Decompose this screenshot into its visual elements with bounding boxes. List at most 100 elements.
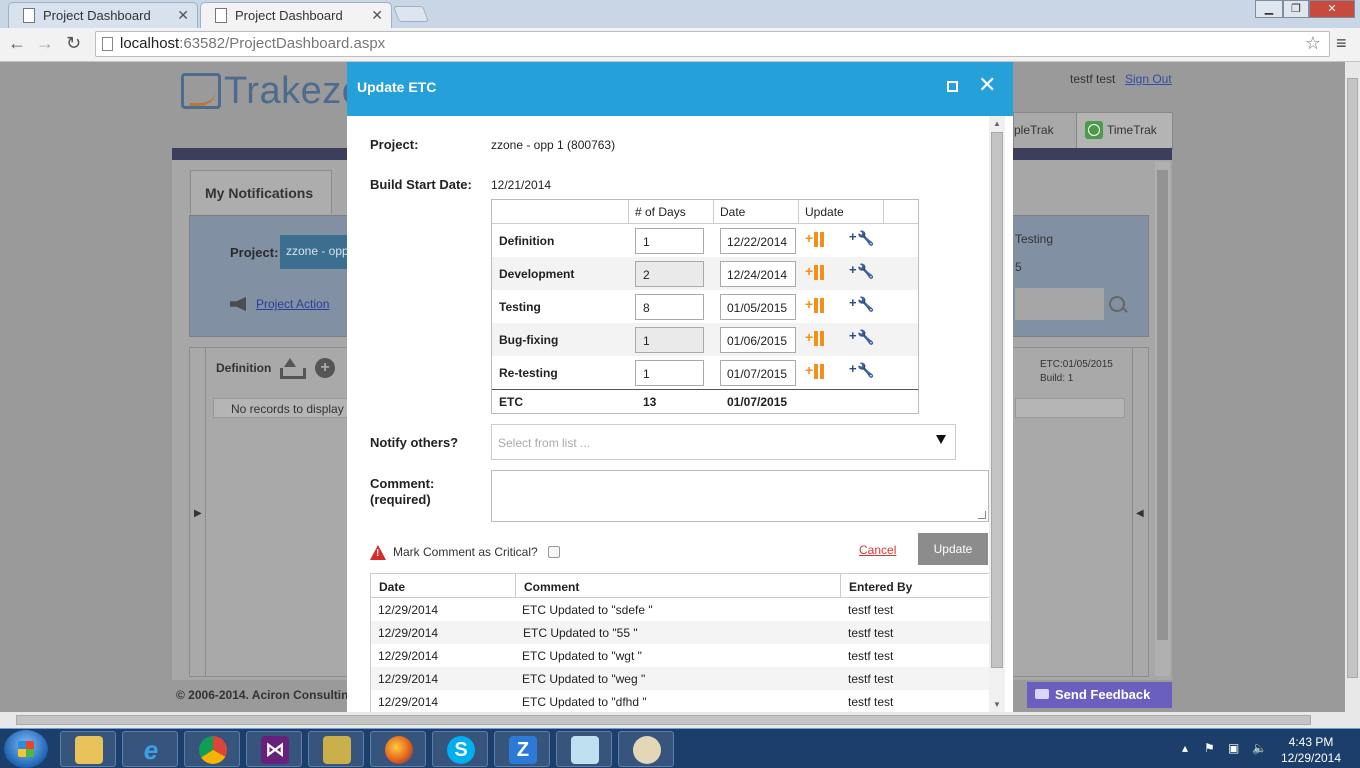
page-icon <box>102 37 113 51</box>
phase-label: Testing <box>1015 232 1054 246</box>
folder-icon <box>75 736 103 764</box>
critical-label: Mark Comment as Critical? <box>393 545 538 559</box>
taskbar-notes[interactable] <box>556 731 612 767</box>
scroll-up-icon[interactable]: ▲ <box>993 119 1001 128</box>
days-input[interactable]: 1 <box>635 360 704 386</box>
browser-tab-2[interactable]: Project Dashboard ✕ <box>200 2 392 28</box>
etc-info-build: Build: 1 <box>1040 373 1074 384</box>
add-tool-icon[interactable] <box>849 328 875 350</box>
nav-peopletrak[interactable]: pleTrak <box>1014 123 1054 137</box>
update-button[interactable]: Update <box>918 533 988 565</box>
send-feedback-button[interactable]: Send Feedback <box>1027 682 1172 708</box>
add-tool-icon[interactable] <box>849 295 875 317</box>
reload-icon[interactable]: ↻ <box>66 33 81 54</box>
insert-phase-icon[interactable] <box>805 263 829 282</box>
add-tool-icon[interactable] <box>849 229 875 251</box>
address-bar[interactable]: localhost:63582/ProjectDashboard.aspx ☆ <box>95 31 1330 57</box>
date-input[interactable]: 12/22/2014 <box>720 228 796 254</box>
scroll-thumb[interactable] <box>16 715 1311 725</box>
start-button[interactable] <box>4 730 48 768</box>
maximize-window-button[interactable]: ❐ <box>1283 0 1309 18</box>
taskbar-skype[interactable]: S <box>432 731 488 767</box>
project-select[interactable]: zzone - opp <box>280 235 350 269</box>
warning-icon <box>370 545 386 560</box>
build-start-value: 12/21/2014 <box>491 178 552 192</box>
table-row: Development 2 12/24/2014 <box>492 257 918 290</box>
date-input[interactable]: 12/24/2014 <box>720 261 796 287</box>
days-input[interactable]: 1 <box>635 228 704 254</box>
nav-timetrak[interactable]: TimeTrak <box>1076 113 1172 149</box>
taskbar-paint[interactable] <box>618 731 674 767</box>
upload-icon[interactable] <box>280 358 306 379</box>
taskbar-ie[interactable]: e <box>122 731 178 767</box>
search-icon[interactable] <box>1109 296 1125 312</box>
taskbar-firefox[interactable] <box>370 731 426 767</box>
tray-clock[interactable]: 4:43 PM 12/29/2014 <box>1276 734 1346 766</box>
insert-phase-icon[interactable] <box>805 296 829 315</box>
scroll-down-icon[interactable]: ▼ <box>993 700 1001 709</box>
browser-menu-icon[interactable]: ≡ <box>1336 33 1347 54</box>
days-input[interactable]: 8 <box>635 294 704 320</box>
page-scrollbar[interactable] <box>1155 162 1170 676</box>
tray-expand-icon[interactable]: ▴ <box>1182 741 1196 755</box>
network-icon[interactable]: ▣ <box>1228 741 1242 755</box>
project-label: Project: <box>370 137 419 152</box>
new-tab-button[interactable] <box>393 6 429 22</box>
z-app-icon: Z <box>509 736 537 764</box>
days-input[interactable]: 1 <box>635 327 704 353</box>
tab-my-notifications[interactable]: My Notifications <box>190 170 332 214</box>
scroll-thumb[interactable] <box>991 132 1003 668</box>
browser-tab-1[interactable]: Project Dashboard ✕ <box>8 2 198 28</box>
close-tab-icon[interactable]: ✕ <box>371 7 383 24</box>
etc-table: # of Days Date Update Definition 1 12/22… <box>491 199 919 414</box>
add-tool-icon[interactable] <box>849 262 875 284</box>
insert-phase-icon[interactable] <box>805 329 829 348</box>
table-header-update: Update <box>799 200 884 224</box>
critical-checkbox[interactable] <box>548 546 560 558</box>
resize-handle-icon[interactable] <box>978 511 986 519</box>
add-circle-icon[interactable]: + <box>315 358 335 378</box>
forward-arrow-icon[interactable]: → <box>36 33 54 54</box>
days-input[interactable]: 2 <box>635 261 704 287</box>
window-vertical-scrollbar[interactable] <box>1345 62 1360 712</box>
window-horizontal-scrollbar[interactable] <box>0 712 1345 728</box>
scroll-thumb[interactable] <box>1157 170 1168 640</box>
back-arrow-icon[interactable]: ← <box>8 33 26 54</box>
taskbar-chrome[interactable] <box>184 731 240 767</box>
insert-phase-icon[interactable] <box>805 362 829 381</box>
maximize-icon[interactable] <box>947 81 958 92</box>
taskbar-visual-studio[interactable]: ⋈ <box>246 731 302 767</box>
project-action-link[interactable]: Project Action <box>256 297 329 311</box>
notify-select[interactable]: Select from list ... <box>491 424 956 460</box>
close-icon[interactable]: ✕ <box>978 72 996 98</box>
taskbar-tool[interactable] <box>308 731 364 767</box>
volume-icon[interactable]: 🔈 <box>1252 741 1267 755</box>
date-input[interactable]: 01/05/2015 <box>720 294 796 320</box>
collapse-left-arrow-icon[interactable]: ◀ <box>1136 508 1144 519</box>
flag-icon[interactable]: ⚑ <box>1204 741 1218 755</box>
modal-scrollbar[interactable]: ▲ ▼ <box>989 116 1005 712</box>
phase-name: Re-testing <box>499 366 558 380</box>
sign-out-link[interactable]: Sign Out <box>1125 72 1172 86</box>
history-row: 12/29/2014 ETC Updated to "wgt " testf t… <box>371 644 989 667</box>
taskbar-explorer[interactable] <box>60 731 116 767</box>
phase-name: Bug-fixing <box>499 333 559 347</box>
date-input[interactable]: 01/07/2015 <box>720 360 796 386</box>
add-tool-icon[interactable] <box>849 361 875 383</box>
bookmark-star-icon[interactable]: ☆ <box>1305 33 1321 54</box>
cancel-link[interactable]: Cancel <box>859 543 896 557</box>
phase-number: 5 <box>1015 260 1022 274</box>
etc-total-row: ETC 13 01/07/2015 <box>492 389 918 413</box>
minimize-window-button[interactable]: ▁ <box>1255 0 1283 18</box>
close-tab-icon[interactable]: ✕ <box>177 7 189 24</box>
expand-right-arrow-icon[interactable]: ▶ <box>194 508 202 519</box>
scroll-thumb[interactable] <box>1347 78 1358 678</box>
comment-textarea[interactable] <box>491 470 989 522</box>
taskbar-z-app[interactable]: Z <box>494 731 550 767</box>
search-input[interactable] <box>1015 288 1104 320</box>
date-input[interactable]: 01/06/2015 <box>720 327 796 353</box>
close-window-button[interactable]: ✕ <box>1309 0 1355 18</box>
tab-title: Project Dashboard <box>43 8 151 23</box>
history-header-comment: Comment <box>516 573 841 598</box>
insert-phase-icon[interactable] <box>805 230 829 249</box>
